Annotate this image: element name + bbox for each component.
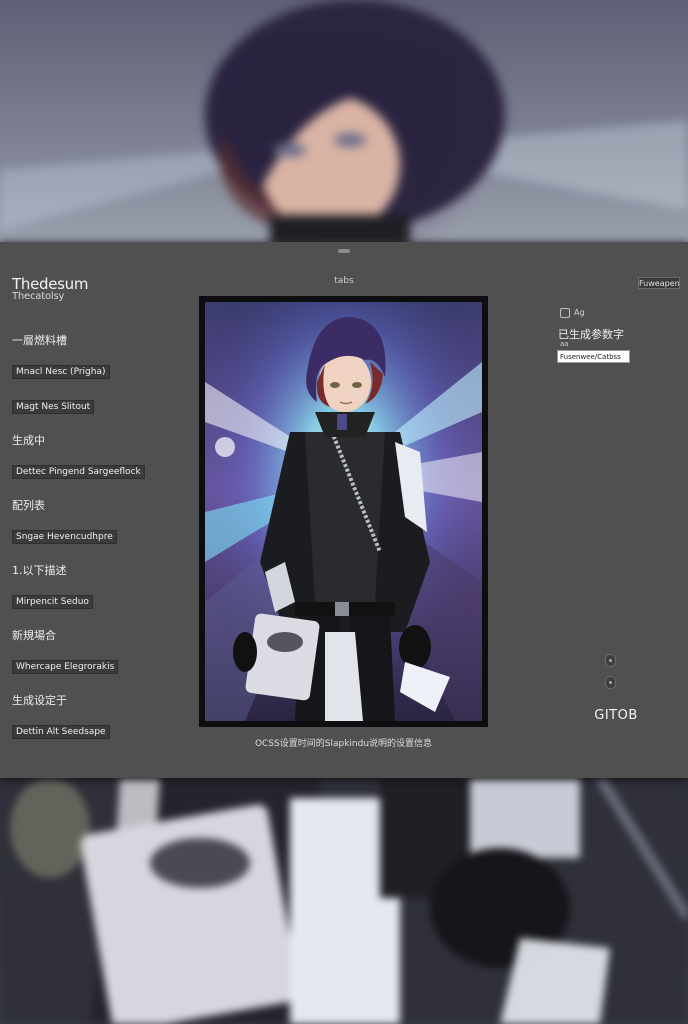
field-value[interactable]: Sngae Hevencudhpre	[12, 530, 117, 544]
field-group-1: 一層燃料槽 Mnacl Nesc (Prigha)	[12, 332, 110, 379]
field-value[interactable]: Dettin Alt Seedsape	[12, 725, 110, 739]
action-button[interactable]: GITOB	[580, 708, 652, 723]
generated-image[interactable]	[199, 296, 488, 727]
field-group-5: 1.以下描述 Mirpencit Seduo	[12, 562, 93, 609]
header-center-label: tabs	[334, 276, 354, 286]
field-label: 生成中	[12, 434, 45, 447]
top-right-button[interactable]: Fuweapen	[638, 277, 680, 289]
field-group-2: Magt Nes Slitout	[12, 394, 95, 414]
main-panel: Thedesum Thecatolsy tabs Fuweapen 一層燃料槽 …	[0, 242, 688, 778]
field-group-3: 生成中 Dettec Pingend Sargeeflock	[12, 432, 145, 479]
drag-handle[interactable]	[338, 249, 350, 253]
image-caption: OCSS设置时间的Slapkindu说明的设置信息	[254, 739, 433, 749]
field-label: 1.以下描述	[12, 564, 67, 577]
background-character-body	[0, 778, 688, 1024]
field-label: 一層燃料槽	[12, 334, 67, 347]
parameter-input[interactable]	[557, 350, 630, 363]
field-label: 配列表	[12, 499, 45, 512]
field-value[interactable]: Dettec Pingend Sargeeflock	[12, 465, 145, 479]
field-value[interactable]: Whercape Elegrorakis	[12, 660, 119, 674]
field-value[interactable]: Mirpencit Seduo	[12, 595, 93, 609]
toggle-icon[interactable]	[605, 654, 616, 667]
background-top	[0, 0, 688, 245]
checkbox-icon[interactable]	[560, 308, 570, 318]
field-label: 新規場合	[12, 629, 56, 642]
toggle-icon[interactable]	[605, 676, 616, 689]
background-character-face	[0, 0, 688, 245]
field-label: 生成设定于	[12, 694, 67, 707]
right-tiny-text: aa	[560, 340, 569, 348]
right-small-text: Ag	[574, 308, 585, 317]
field-group-6: 新規場合 Whercape Elegrorakis	[12, 627, 119, 674]
character-illustration	[205, 302, 482, 721]
field-group-7: 生成设定于 Dettin Alt Seedsape	[12, 692, 110, 739]
background-bottom	[0, 778, 688, 1024]
app-subtitle: Thecatolsy	[12, 291, 65, 302]
field-value[interactable]: Mnacl Nesc (Prigha)	[12, 365, 110, 379]
field-group-4: 配列表 Sngae Hevencudhpre	[12, 497, 117, 544]
field-value[interactable]: Magt Nes Slitout	[12, 400, 95, 414]
